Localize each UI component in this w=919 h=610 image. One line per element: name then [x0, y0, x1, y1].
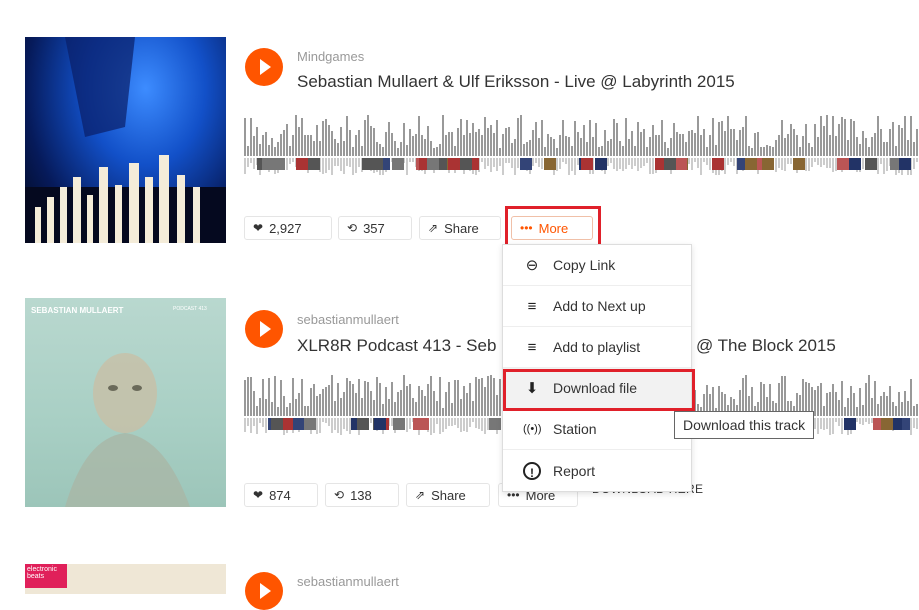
- repost-count: 357: [363, 220, 385, 236]
- share-button[interactable]: ⇗ Share: [419, 216, 501, 240]
- share-icon: ⇗: [428, 221, 439, 235]
- track-user[interactable]: Mindgames: [297, 49, 364, 64]
- play-button[interactable]: [245, 310, 283, 348]
- artwork-label: electronic beats: [25, 564, 67, 588]
- track-title[interactable]: Sebastian Mullaert & Ulf Eriksson - Live…: [297, 72, 735, 92]
- station-icon: ((•)): [523, 423, 542, 435]
- download-tooltip: Download this track: [674, 411, 815, 439]
- menu-item-label: Report: [553, 462, 596, 479]
- share-icon: ⇗: [415, 488, 426, 502]
- share-label: Share: [431, 487, 466, 503]
- like-count: 874: [269, 487, 291, 503]
- track-title-tail[interactable]: @ The Block 2015: [696, 336, 836, 356]
- more-dropdown-menu: ⊖ Copy Link ≡ Add to Next up ≡ Add to pl…: [502, 244, 692, 492]
- menu-item-station[interactable]: ((•)) Station: [503, 409, 691, 450]
- track-artwork[interactable]: electronic beats: [25, 564, 226, 594]
- repost-count: 138: [350, 487, 372, 503]
- link-icon: ⊖: [525, 257, 539, 274]
- repost-icon: ⟲: [347, 221, 358, 235]
- play-button[interactable]: [245, 48, 283, 86]
- share-button[interactable]: ⇗ Share: [406, 483, 490, 507]
- repost-button[interactable]: ⟲ 357: [338, 216, 412, 240]
- waveform-bars: [244, 115, 918, 175]
- play-button[interactable]: [245, 572, 283, 610]
- track-user[interactable]: sebastianmullaert: [297, 312, 399, 327]
- like-button[interactable]: ❤ 874: [244, 483, 318, 507]
- menu-item-label: Add to playlist: [553, 339, 641, 355]
- add-next-icon: ≡: [527, 297, 537, 315]
- like-count: 2,927: [269, 220, 302, 236]
- add-playlist-icon: ≡: [527, 338, 537, 356]
- track-artwork[interactable]: SEBASTIAN MULLAERT PODCAST 413: [25, 298, 226, 507]
- menu-item-copy-link[interactable]: ⊖ Copy Link: [503, 245, 691, 286]
- repost-button[interactable]: ⟲ 138: [325, 483, 399, 507]
- menu-item-add-next-up[interactable]: ≡ Add to Next up: [503, 286, 691, 327]
- highlight-download: [503, 369, 695, 411]
- waveform[interactable]: [244, 110, 919, 185]
- heart-icon: ❤: [253, 488, 264, 502]
- like-button[interactable]: ❤ 2,927: [244, 216, 332, 240]
- heart-icon: ❤: [253, 221, 264, 235]
- share-label: Share: [444, 220, 479, 236]
- menu-item-add-playlist[interactable]: ≡ Add to playlist: [503, 327, 691, 368]
- repost-icon: ⟲: [334, 488, 345, 502]
- artwork-image: [65, 353, 190, 507]
- menu-item-label: Station: [553, 421, 597, 437]
- track-artwork[interactable]: [25, 37, 226, 243]
- menu-item-report[interactable]: ! Report: [503, 450, 691, 491]
- menu-item-label: Add to Next up: [553, 298, 646, 314]
- artwork-image: [25, 37, 226, 243]
- report-icon: !: [523, 461, 541, 480]
- menu-item-label: Copy Link: [553, 257, 616, 273]
- track-title[interactable]: XLR8R Podcast 413 - Seb: [297, 336, 496, 356]
